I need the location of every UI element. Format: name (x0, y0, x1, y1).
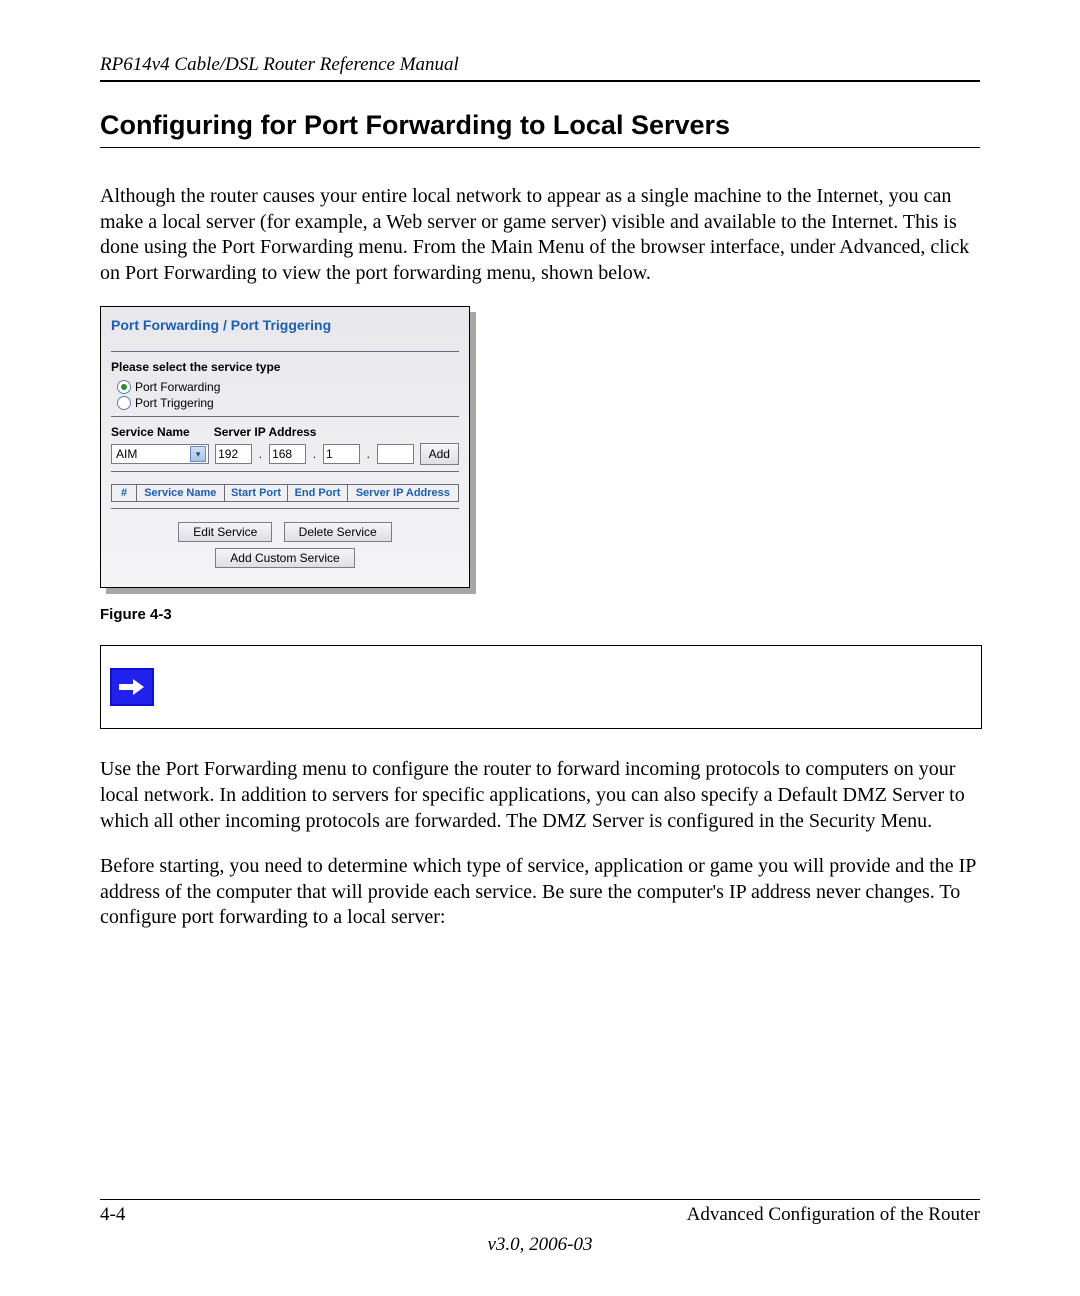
col-start-port: Start Port (224, 485, 288, 502)
ip-octet-3[interactable]: 1 (323, 444, 360, 464)
radio-port-forwarding[interactable]: Port Forwarding (111, 380, 459, 394)
service-name-select[interactable]: AIM ▾ (111, 444, 209, 464)
delete-service-button[interactable]: Delete Service (284, 522, 392, 542)
radio-label: Port Triggering (135, 396, 214, 410)
doc-version: v3.0, 2006-03 (100, 1234, 980, 1256)
service-table: # Service Name Start Port End Port Serve… (111, 484, 459, 502)
col-server-ip: Server IP Address (347, 485, 458, 502)
note-box (100, 645, 982, 729)
panel-divider-1 (111, 351, 459, 352)
add-custom-service-button[interactable]: Add Custom Service (215, 548, 354, 568)
title-underline (100, 147, 980, 148)
header-divider (100, 80, 980, 82)
server-ip-header: Server IP Address (214, 425, 317, 439)
section-title: Configuring for Port Forwarding to Local… (100, 110, 980, 141)
panel-divider-3 (111, 471, 459, 472)
radio-icon (117, 396, 131, 410)
ip-octet-2[interactable]: 168 (269, 444, 306, 464)
col-service-name: Service Name (137, 485, 225, 502)
service-type-label: Please select the service type (111, 360, 459, 374)
intro-paragraph: Although the router causes your entire l… (100, 184, 980, 286)
radio-port-triggering[interactable]: Port Triggering (111, 396, 459, 410)
select-value: AIM (116, 447, 137, 461)
arrow-right-icon (110, 668, 154, 706)
ip-octet-4[interactable] (377, 444, 414, 464)
running-header: RP614v4 Cable/DSL Router Reference Manua… (100, 54, 980, 76)
col-end-port: End Port (288, 485, 347, 502)
col-index: # (112, 485, 137, 502)
router-panel: Port Forwarding / Port Triggering Please… (100, 306, 470, 588)
chevron-down-icon: ▾ (190, 446, 206, 462)
add-button[interactable]: Add (420, 443, 459, 465)
panel-title: Port Forwarding / Port Triggering (111, 317, 459, 333)
paragraph-usage: Use the Port Forwarding menu to configur… (100, 757, 980, 834)
footer-divider (100, 1199, 980, 1200)
panel-divider-4 (111, 508, 459, 509)
paragraph-before-starting: Before starting, you need to determine w… (100, 854, 980, 931)
panel-divider-2 (111, 416, 459, 417)
ip-octet-1[interactable]: 192 (215, 444, 252, 464)
figure-caption: Figure 4-3 (100, 606, 980, 623)
edit-service-button[interactable]: Edit Service (178, 522, 272, 542)
radio-icon (117, 380, 131, 394)
radio-label: Port Forwarding (135, 380, 220, 394)
page-number: 4-4 (100, 1204, 125, 1226)
service-name-header: Service Name (111, 425, 190, 439)
chapter-name: Advanced Configuration of the Router (687, 1204, 980, 1226)
